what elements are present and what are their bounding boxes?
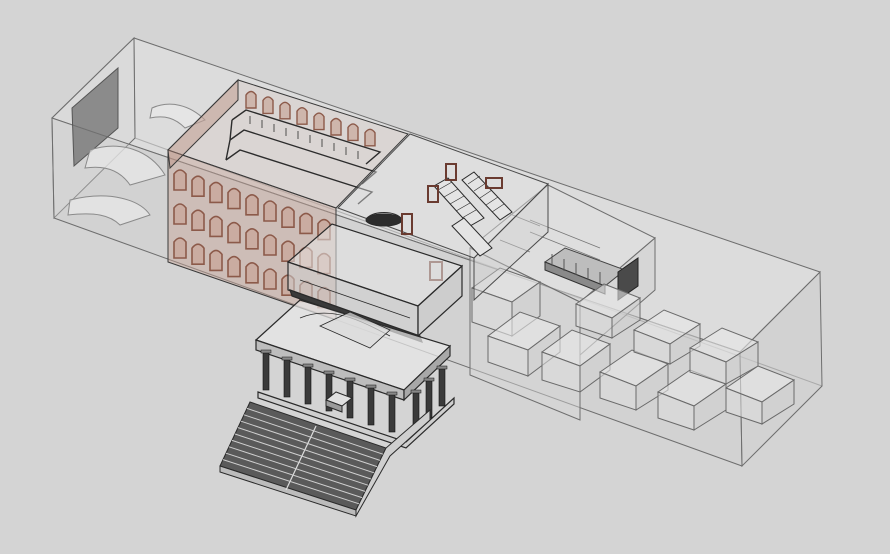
facade-arch: [227, 255, 241, 278]
facade-arch: [209, 215, 223, 238]
facade-arch: [313, 112, 325, 131]
facade-arch: [364, 128, 376, 147]
facade-arch: [279, 101, 291, 120]
facade-arch: [263, 200, 277, 222]
facade-arch: [262, 96, 274, 115]
facade-arch: [245, 228, 259, 250]
facade-arch: [296, 107, 308, 125]
axonometric-drawing: [0, 0, 890, 554]
facade-arch: [245, 262, 259, 284]
column-capital: [260, 349, 272, 354]
facade-arch: [281, 206, 295, 228]
facade-arch: [299, 212, 313, 235]
facade-arch: [209, 181, 223, 204]
column-capital: [365, 384, 377, 389]
column-capital: [410, 389, 422, 394]
facade-arch: [330, 117, 342, 136]
facade-arch: [173, 203, 187, 225]
facade-arch: [245, 90, 257, 109]
portico-column: [262, 351, 270, 391]
facade-arch: [227, 221, 241, 244]
column-capital: [436, 365, 448, 370]
facade-arch: [173, 237, 187, 259]
facade-arch: [191, 175, 205, 197]
column-capital: [323, 370, 335, 375]
architectural-model-svg: [51, 36, 823, 518]
column-capital: [302, 363, 314, 368]
portico-column: [304, 365, 312, 405]
facade-arch: [191, 209, 205, 231]
portico-column: [438, 367, 446, 407]
facade-arch: [209, 249, 223, 272]
column-capital: [386, 391, 398, 396]
column-capital: [281, 356, 293, 361]
column-capital: [423, 377, 435, 382]
facade-arch: [347, 123, 359, 142]
facade-arch: [245, 194, 259, 216]
facade-arch: [191, 243, 205, 265]
portico-column: [388, 393, 396, 433]
facade-arch: [263, 234, 277, 256]
portico-column: [283, 358, 291, 398]
portico-column: [367, 386, 375, 426]
column-capital: [344, 377, 356, 382]
facade-arch: [263, 268, 277, 290]
facade-arch: [173, 169, 187, 191]
facade-arch: [227, 187, 241, 210]
